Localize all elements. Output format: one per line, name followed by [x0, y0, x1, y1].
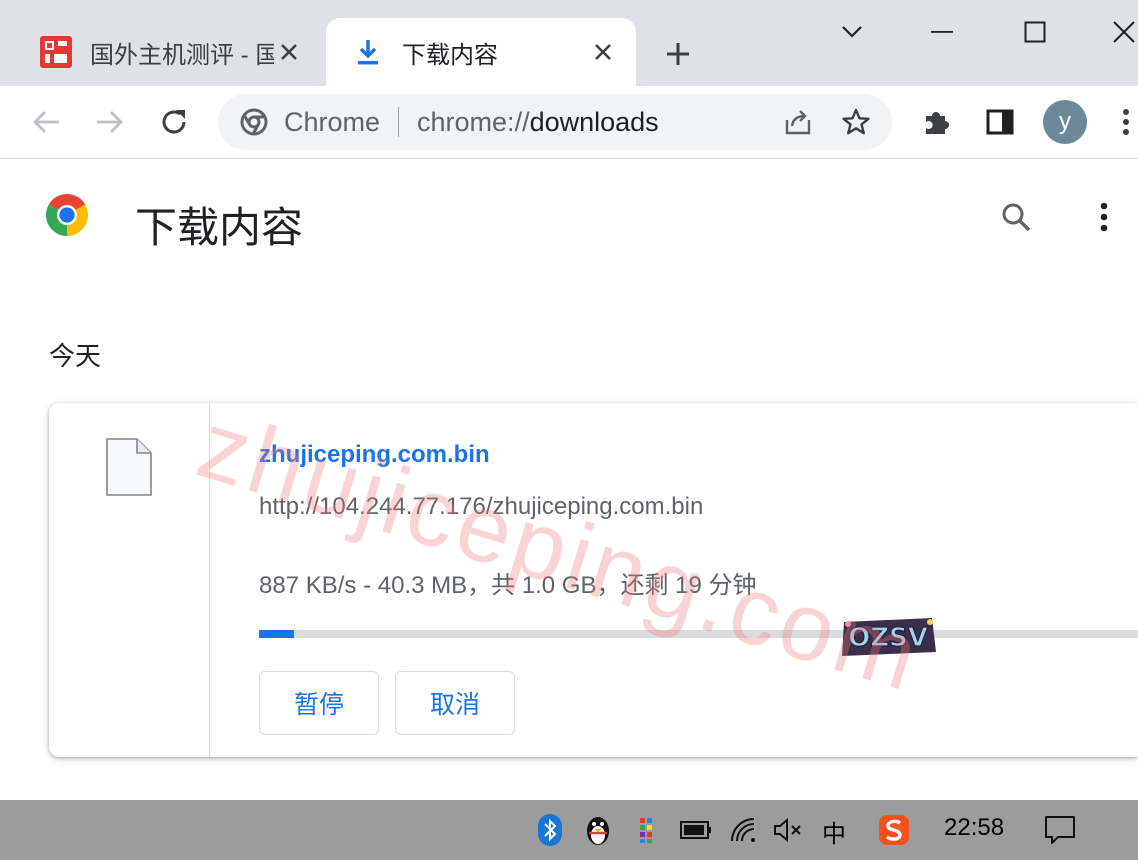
battery-icon[interactable]	[676, 810, 716, 850]
url-scheme: chrome://	[417, 106, 530, 137]
tab-title: 下载内容	[402, 41, 498, 69]
tab-close-icon[interactable]	[588, 37, 618, 67]
url-path: downloads	[529, 106, 659, 137]
site-favicon-icon	[38, 34, 74, 70]
download-item: zhujiceping.com.bin http://104.244.77.17…	[49, 403, 1138, 757]
browser-toolbar: Chrome chrome://downloads	[0, 86, 1138, 159]
download-icon	[350, 34, 386, 70]
share-icon[interactable]	[776, 100, 820, 144]
volume-muted-icon[interactable]	[768, 810, 808, 850]
chrome-site-icon	[236, 104, 272, 140]
extensions-puzzle-icon[interactable]	[914, 100, 958, 144]
omnibox-divider	[398, 107, 400, 137]
omnibox-site-name: Chrome	[284, 106, 381, 137]
download-progress-bar	[259, 630, 1138, 638]
file-source-url[interactable]: http://104.244.77.176/zhujiceping.com.bi…	[259, 493, 703, 521]
file-icon	[105, 437, 153, 497]
bluetooth-icon[interactable]	[530, 810, 570, 850]
svg-text:OZSV: OZSV	[848, 623, 928, 653]
tab-title: 国外主机测评 - 国	[90, 41, 274, 69]
sogou-input-icon[interactable]	[874, 810, 914, 850]
search-icon[interactable]	[994, 195, 1038, 239]
bookmark-star-icon[interactable]	[834, 100, 878, 144]
tab-zhujiceping[interactable]: 国外主机测评 - 国	[22, 18, 322, 86]
color-grid-app-icon[interactable]	[626, 810, 666, 850]
cancel-button[interactable]: 取消	[395, 671, 515, 735]
tab-close-icon[interactable]	[274, 37, 304, 67]
omnibox[interactable]: Chrome chrome://downloads	[218, 94, 892, 150]
forward-button[interactable]	[88, 100, 132, 144]
chrome-menu-icon[interactable]	[1104, 100, 1138, 144]
new-tab-button[interactable]	[660, 36, 696, 72]
tab-search-chevron-down-icon[interactable]	[832, 14, 872, 50]
more-actions-icon[interactable]	[1082, 195, 1126, 239]
wifi-icon[interactable]	[724, 810, 764, 850]
maximize-button[interactable]	[1015, 14, 1055, 50]
file-icon-column	[49, 403, 210, 757]
notification-center-icon[interactable]	[1040, 810, 1080, 850]
download-status: 887 KB/s - 40.3 MB，共 1.0 GB，还剩 19 分钟	[259, 572, 757, 599]
file-name-link[interactable]: zhujiceping.com.bin	[259, 441, 490, 469]
pause-button[interactable]: 暂停	[259, 671, 379, 735]
qq-penguin-icon[interactable]	[578, 810, 618, 850]
page-title: 下载内容	[135, 204, 304, 251]
taskbar-clock[interactable]: 22:58	[944, 814, 1004, 842]
side-panel-icon[interactable]	[978, 100, 1022, 144]
tab-strip: 国外主机测评 - 国 下载内容	[0, 0, 1138, 86]
close-window-button[interactable]	[1104, 14, 1138, 50]
downloads-header: 下载内容	[0, 159, 1138, 279]
date-section-label: 今天	[49, 341, 102, 371]
tab-downloads[interactable]: 下载内容	[326, 18, 636, 86]
profile-avatar[interactable]: y	[1043, 100, 1087, 144]
back-button[interactable]	[24, 100, 68, 144]
ozsv-sticker: OZSV	[838, 612, 938, 660]
minimize-button[interactable]	[922, 14, 962, 50]
windows-taskbar: 中 22:58	[0, 800, 1138, 860]
ime-indicator[interactable]: 中	[822, 814, 846, 849]
chrome-logo-icon	[44, 192, 90, 238]
download-progress-fill	[259, 630, 294, 638]
omnibox-url[interactable]: chrome://downloads	[417, 107, 776, 138]
reload-button[interactable]	[152, 100, 196, 144]
